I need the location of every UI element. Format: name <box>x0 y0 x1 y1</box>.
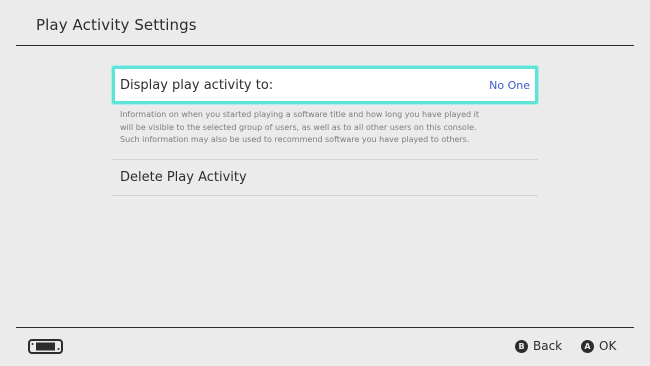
play-activity-settings-screen: Play Activity Settings Display play acti… <box>0 0 650 366</box>
footer-divider <box>16 327 634 328</box>
description-line: Such information may also be used to rec… <box>120 135 470 144</box>
display-play-activity-value: No One <box>489 78 530 92</box>
ok-button[interactable]: A OK <box>581 339 616 353</box>
display-play-activity-label: Display play activity to: <box>120 77 274 93</box>
header-divider <box>16 45 634 46</box>
delete-play-activity-button[interactable]: Delete Play Activity <box>112 160 538 195</box>
back-button[interactable]: B Back <box>515 339 562 353</box>
handheld-console-icon <box>28 339 63 354</box>
ok-label: OK <box>599 339 617 353</box>
description-line: will be visible to the selected group of… <box>120 122 477 132</box>
back-label: Back <box>533 339 563 353</box>
b-button-icon: B <box>515 339 528 353</box>
display-play-activity-setting[interactable]: Display play activity to: No One <box>112 66 538 104</box>
a-button-icon: A <box>581 339 594 353</box>
display-play-activity-description: Information on when you started playing … <box>112 104 538 157</box>
row-divider <box>112 195 538 196</box>
page-title: Play Activity Settings <box>36 16 197 34</box>
description-line: Information on when you started playing … <box>120 110 480 119</box>
settings-list: Display play activity to: No One Informa… <box>112 66 538 196</box>
